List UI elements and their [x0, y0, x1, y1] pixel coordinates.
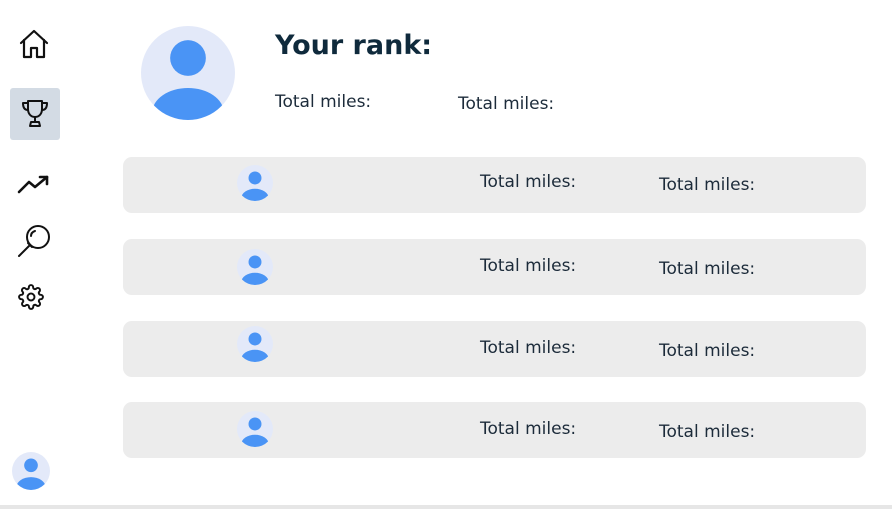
user-avatar-icon — [16, 458, 46, 490]
my-total-miles-value: Total miles: — [458, 94, 555, 114]
sidebar-item-home[interactable] — [14, 24, 54, 64]
page-title: Your rank: — [275, 30, 433, 61]
sidebar-item-trends[interactable] — [14, 166, 54, 202]
row-total-miles-label: Total miles: — [480, 338, 577, 358]
user-avatar-icon — [241, 171, 269, 201]
bottom-divider — [0, 505, 892, 509]
row-total-miles-value: Total miles: — [659, 259, 756, 279]
row-total-miles-value: Total miles: — [659, 175, 756, 195]
sidebar-item-search[interactable] — [12, 222, 56, 262]
row-total-miles-value: Total miles: — [659, 422, 756, 442]
avatar — [237, 326, 273, 362]
avatar — [237, 411, 273, 447]
row-total-miles-label: Total miles: — [480, 419, 577, 439]
sidebar-nav — [0, 0, 70, 509]
row-total-miles-label: Total miles: — [480, 172, 577, 192]
my-avatar — [141, 26, 235, 120]
my-total-miles-label: Total miles: — [275, 92, 372, 112]
trending-up-icon — [17, 175, 49, 194]
avatar — [237, 249, 273, 285]
leaderboard-row[interactable]: Total miles: Total miles: — [123, 157, 866, 213]
leaderboard-row[interactable]: Total miles: Total miles: — [123, 402, 866, 458]
row-total-miles-value: Total miles: — [659, 341, 756, 361]
leaderboard-row[interactable]: Total miles: Total miles: — [123, 239, 866, 295]
gear-icon — [18, 284, 44, 310]
search-icon — [18, 225, 50, 257]
profile-avatar[interactable] — [12, 452, 50, 490]
avatar — [237, 165, 273, 201]
trophy-icon — [22, 100, 48, 127]
home-icon — [19, 29, 49, 59]
user-avatar-icon — [152, 40, 224, 120]
user-avatar-icon — [241, 332, 269, 362]
sidebar-item-settings[interactable] — [14, 280, 48, 314]
leaderboard-row[interactable]: Total miles: Total miles: — [123, 321, 866, 377]
user-avatar-icon — [241, 255, 269, 285]
sidebar-item-leaderboard[interactable] — [10, 88, 60, 140]
row-total-miles-label: Total miles: — [480, 256, 577, 276]
user-avatar-icon — [241, 417, 269, 447]
